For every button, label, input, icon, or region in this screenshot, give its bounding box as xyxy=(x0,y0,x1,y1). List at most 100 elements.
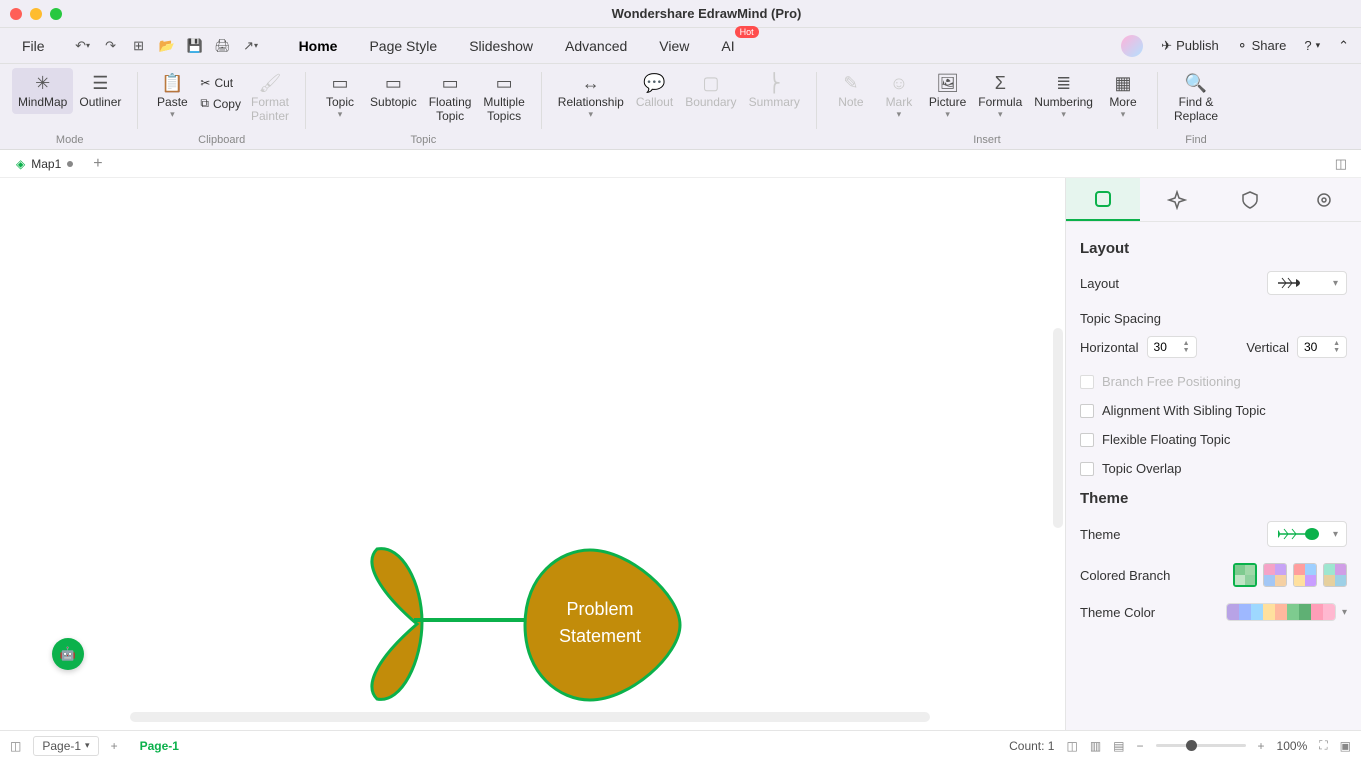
callout-button[interactable]: 💬Callout xyxy=(630,68,679,114)
publish-button[interactable]: ✈Publish xyxy=(1161,38,1219,54)
floating-topic-button[interactable]: ▭Floating Topic xyxy=(423,68,478,128)
relationship-icon: ↔ xyxy=(582,72,600,94)
vertical-scrollbar[interactable] xyxy=(1053,328,1063,528)
theme-dropdown[interactable]: ▾ xyxy=(1267,521,1347,547)
tab-home[interactable]: Home xyxy=(297,34,340,58)
new-button[interactable]: ⊞ xyxy=(129,36,149,56)
chevron-down-icon: ▾ xyxy=(1333,529,1338,540)
flexible-floating-checkbox[interactable]: Flexible Floating Topic xyxy=(1080,432,1347,447)
add-page-button[interactable]: + xyxy=(111,739,118,753)
file-menu[interactable]: File xyxy=(12,34,55,58)
layout-dropdown[interactable]: ▾ xyxy=(1267,271,1347,295)
fullscreen-button[interactable]: ▣ xyxy=(1340,739,1351,753)
topic-button[interactable]: ▭Topic▾ xyxy=(316,68,364,124)
chevron-down-icon: ▾ xyxy=(1342,607,1347,618)
subtopic-button[interactable]: ▭Subtopic xyxy=(364,68,423,114)
theme-color-label: Theme Color xyxy=(1080,605,1155,620)
boundary-button[interactable]: ▢Boundary xyxy=(679,68,742,114)
minimize-window[interactable] xyxy=(30,8,42,20)
ai-chatbot-button[interactable]: 🤖 xyxy=(52,638,84,670)
branch-color-4[interactable] xyxy=(1323,563,1347,587)
zoom-in-button[interactable]: + xyxy=(1258,739,1265,753)
formula-icon: Σ xyxy=(995,72,1006,94)
horizontal-spacing-input[interactable]: ▲▼ xyxy=(1147,336,1197,358)
layout-section-title: Layout xyxy=(1080,240,1347,257)
numbering-button[interactable]: ≣Numbering▾ xyxy=(1028,68,1099,124)
branch-color-2[interactable] xyxy=(1263,563,1287,587)
cut-button[interactable]: ✂Cut xyxy=(196,74,245,92)
save-button[interactable]: 💾 xyxy=(185,36,205,56)
open-button[interactable]: 📂 xyxy=(157,36,177,56)
note-button[interactable]: ✎Note xyxy=(827,68,875,114)
panel-toggle[interactable]: ◫ xyxy=(1327,156,1355,172)
active-page-tab[interactable]: Page-1 xyxy=(130,739,189,753)
side-tab-style[interactable] xyxy=(1140,178,1214,221)
collapse-ribbon[interactable]: ⌃ xyxy=(1338,38,1349,54)
picture-button[interactable]: 🖼Picture▾ xyxy=(923,68,972,124)
fit-screen-button[interactable]: ⛶ xyxy=(1319,738,1327,753)
fish-tail-shape xyxy=(362,544,452,704)
tab-advanced[interactable]: Advanced xyxy=(563,34,629,58)
share-button[interactable]: ⚬Share xyxy=(1237,38,1287,54)
formula-button[interactable]: ΣFormula▾ xyxy=(972,68,1028,124)
add-tab-button[interactable]: + xyxy=(83,155,112,173)
summary-button[interactable]: ⎬Summary xyxy=(743,68,806,114)
publish-icon: ✈ xyxy=(1161,38,1172,54)
view-mode-2[interactable]: ▥ xyxy=(1090,739,1101,753)
vertical-spacing-input[interactable]: ▲▼ xyxy=(1297,336,1347,358)
undo-button[interactable]: ↶▾ xyxy=(73,36,93,56)
redo-button[interactable]: ↷ xyxy=(101,36,121,56)
side-tab-settings[interactable] xyxy=(1287,178,1361,221)
multiple-topics-button[interactable]: ▭Multiple Topics xyxy=(477,68,530,128)
tab-slideshow[interactable]: Slideshow xyxy=(467,34,535,58)
copy-button[interactable]: ⧉Copy xyxy=(196,94,245,113)
side-tab-layout[interactable] xyxy=(1066,178,1140,221)
maximize-window[interactable] xyxy=(50,8,62,20)
export-button[interactable]: ↗▾ xyxy=(241,36,261,56)
doc-icon: ◈ xyxy=(16,157,25,171)
mark-button[interactable]: ☺Mark▾ xyxy=(875,68,923,124)
outliner-mode-button[interactable]: ☰Outliner xyxy=(73,68,127,114)
tab-ai[interactable]: AIHot xyxy=(719,34,736,58)
boundary-icon: ▢ xyxy=(702,72,719,94)
theme-section-title: Theme xyxy=(1080,490,1347,507)
horizontal-scrollbar[interactable] xyxy=(130,712,930,722)
view-mode-1[interactable]: ◫ xyxy=(1066,739,1077,753)
cut-icon: ✂ xyxy=(200,76,210,90)
canvas[interactable]: Problem Statement 🤖 xyxy=(0,178,1065,730)
page-dropdown[interactable]: Page-1▾ xyxy=(33,736,98,756)
pages-panel-button[interactable]: ◫ xyxy=(10,739,21,753)
tab-view[interactable]: View xyxy=(657,34,691,58)
topic-overlap-checkbox[interactable]: Topic Overlap xyxy=(1080,461,1347,476)
paste-button[interactable]: 📋Paste▾ xyxy=(148,68,196,124)
theme-color-picker[interactable] xyxy=(1226,603,1336,621)
print-button[interactable]: 🖨 xyxy=(213,36,233,56)
branch-color-3[interactable] xyxy=(1293,563,1317,587)
mark-icon: ☺ xyxy=(890,72,908,94)
zoom-out-button[interactable]: − xyxy=(1137,739,1144,753)
branch-color-1[interactable] xyxy=(1233,563,1257,587)
tab-page-style[interactable]: Page Style xyxy=(367,34,439,58)
user-avatar[interactable] xyxy=(1121,35,1143,57)
side-tab-icon[interactable] xyxy=(1214,178,1288,221)
more-button[interactable]: ▦More▾ xyxy=(1099,68,1147,124)
document-tab[interactable]: ◈ Map1 xyxy=(6,157,83,171)
doc-tab-label: Map1 xyxy=(31,157,61,171)
view-mode-3[interactable]: ▤ xyxy=(1113,739,1124,753)
multiple-icon: ▭ xyxy=(496,72,513,94)
chevron-down-icon: ▾ xyxy=(1333,278,1338,289)
format-painter-icon: 🖌 xyxy=(259,72,282,94)
theme-preview-icon xyxy=(1276,526,1320,542)
help-button[interactable]: ?▾ xyxy=(1304,38,1320,53)
vertical-label: Vertical xyxy=(1246,340,1289,355)
central-topic-text[interactable]: Problem Statement xyxy=(540,596,660,650)
zoom-level[interactable]: 100% xyxy=(1277,739,1308,753)
close-window[interactable] xyxy=(10,8,22,20)
format-painter-button[interactable]: 🖌Format Painter xyxy=(245,68,295,128)
zoom-slider[interactable] xyxy=(1156,744,1246,747)
relationship-button[interactable]: ↔Relationship▾ xyxy=(552,68,630,124)
fishbone-layout-icon xyxy=(1276,276,1306,290)
mindmap-mode-button[interactable]: ✳MindMap xyxy=(12,68,73,114)
align-sibling-checkbox[interactable]: Alignment With Sibling Topic xyxy=(1080,403,1347,418)
find-replace-button[interactable]: 🔍Find & Replace xyxy=(1168,68,1224,128)
